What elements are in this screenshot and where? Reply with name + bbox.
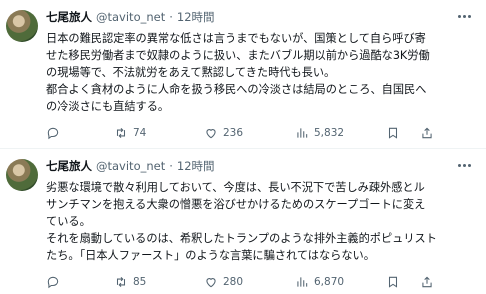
author-handle[interactable]: @tavito_net	[96, 10, 165, 24]
reply-icon	[47, 276, 59, 289]
share-icon	[422, 127, 432, 139]
tweet-actions: 85 280 6,870	[46, 273, 476, 291]
author-name[interactable]: 七尾旅人	[46, 158, 92, 174]
timestamp[interactable]: 12時間	[177, 158, 215, 174]
more-icon[interactable]	[454, 157, 474, 173]
retweet-button[interactable]: 74	[114, 126, 146, 140]
like-count: 280	[223, 276, 244, 288]
separator-dot: ·	[169, 159, 173, 173]
heart-icon	[206, 129, 216, 139]
tweet-line: の冷淡さにも直結する。	[46, 100, 170, 113]
retweet-count: 74	[133, 127, 147, 139]
tweet-header: 七尾旅人 @tavito_net · 12時間	[46, 157, 215, 175]
tweet-line: サンチマンを抱える大衆の憎悪を浴びせかけるためのスケープゴートに変え	[46, 198, 426, 211]
view-count: 6,870	[314, 276, 345, 288]
tweet-line: 都合よく貪材のように人命を扱う移民への冷淡さは結局のところ、自国民へ	[46, 83, 427, 96]
tweet-text: 日本の難民認定率の異常な低さは言うまでもないが、国策として自ら呼び寄 せた移民労…	[46, 30, 474, 115]
like-count: 236	[223, 127, 244, 139]
like-button[interactable]: 236	[204, 126, 243, 140]
author-name[interactable]: 七尾旅人	[46, 9, 92, 25]
reply-button[interactable]	[46, 126, 65, 140]
retweet-icon	[116, 276, 126, 288]
avatar[interactable]	[6, 159, 38, 191]
like-button[interactable]: 280	[204, 275, 243, 289]
reply-button[interactable]	[46, 275, 65, 289]
views-icon	[297, 128, 308, 138]
author-handle[interactable]: @tavito_net	[96, 159, 165, 173]
share-button[interactable]	[420, 275, 439, 289]
bookmark-button[interactable]	[386, 126, 405, 140]
heart-icon	[206, 278, 216, 288]
views-button[interactable]: 5,832	[295, 126, 344, 140]
share-button[interactable]	[420, 126, 439, 140]
tweet-line: それを扇動しているのは、希釈したトランプのような排外主義的ポピュリスト	[46, 232, 437, 245]
bookmark-icon	[388, 127, 398, 139]
tweet-line: ている。	[46, 215, 91, 228]
separator-dot: ·	[169, 10, 173, 24]
tweet-line: 劣悪な環境で散々利用しておいて、今度は、長い不況下で苦しみ疎外感とル	[46, 181, 425, 194]
tweet-line: せた移民労働者まで奴隷のように扱い、またバブル期以前から過酷な3K労働	[46, 49, 430, 62]
tweet[interactable]: 七尾旅人 @tavito_net · 12時間 日本の難民認定率の異常な低さは言…	[0, 0, 486, 149]
tweet[interactable]: 七尾旅人 @tavito_net · 12時間 劣悪な環境で散々利用しておいて、…	[0, 149, 486, 294]
tweet-actions: 74 236 5,832	[46, 124, 476, 142]
tweet-line: 日本の難民認定率の異常な低さは言うまでもないが、国策として自ら呼び寄	[46, 32, 426, 45]
timestamp[interactable]: 12時間	[177, 9, 215, 25]
reply-icon	[47, 127, 59, 140]
more-icon[interactable]	[454, 8, 474, 24]
tweet-text: 劣悪な環境で散々利用しておいて、今度は、長い不況下で苦しみ疎外感とル サンチマン…	[46, 179, 474, 264]
views-icon	[297, 277, 308, 287]
view-count: 5,832	[314, 127, 345, 139]
avatar[interactable]	[6, 10, 38, 42]
retweet-icon	[116, 127, 126, 139]
tweet-line: の現場等で、不法就労をあえて黙認してきた時代も長い。	[46, 66, 336, 79]
views-button[interactable]: 6,870	[295, 275, 344, 289]
bookmark-icon	[388, 276, 398, 288]
retweet-count: 85	[133, 276, 147, 288]
share-icon	[422, 276, 432, 288]
tweet-line: たち。「日本人ファースト」のような言葉に騙されてはならない。	[46, 249, 375, 262]
retweet-button[interactable]: 85	[114, 275, 146, 289]
tweet-header: 七尾旅人 @tavito_net · 12時間	[46, 8, 215, 26]
bookmark-button[interactable]	[386, 275, 405, 289]
